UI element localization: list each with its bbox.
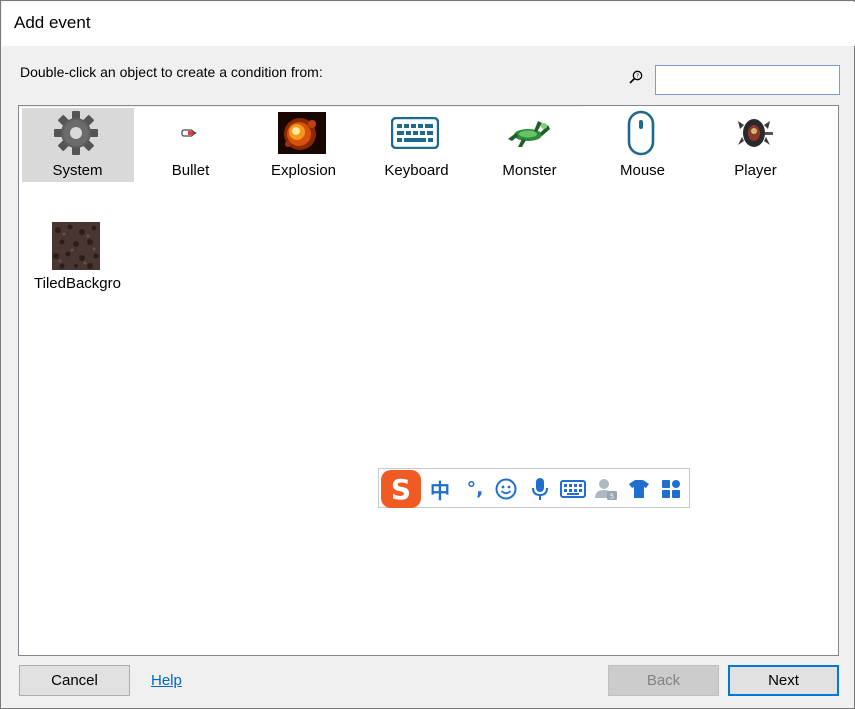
object-list: System Bullet Explosion Keyboard Monster…	[18, 105, 839, 656]
object-keyboard[interactable]: Keyboard	[358, 106, 471, 181]
keyboard-icon	[391, 112, 439, 154]
object-monster[interactable]: Monster	[471, 106, 584, 181]
object-label: Explosion	[270, 162, 337, 179]
object-explosion[interactable]: Explosion	[245, 106, 358, 181]
ime-toolbar[interactable]: S 中 °, 5	[378, 468, 690, 508]
object-label: Bullet	[171, 162, 210, 179]
object-label: System	[52, 162, 103, 179]
player-icon	[730, 112, 778, 154]
svg-text:?: ?	[636, 74, 639, 80]
help-link[interactable]: Help	[151, 672, 182, 689]
monster-icon	[504, 112, 552, 154]
back-button[interactable]: Back	[608, 665, 719, 696]
next-button[interactable]: Next	[728, 665, 839, 696]
search-icon: ?	[629, 70, 643, 84]
object-player[interactable]: Player	[697, 106, 810, 181]
mouse-icon	[617, 110, 665, 156]
skin-icon[interactable]	[627, 477, 651, 501]
ime-logo-icon[interactable]: S	[379, 469, 423, 509]
object-label: TiledBackgro	[34, 275, 121, 292]
title-bar: Add event	[2, 2, 855, 46]
svg-text:5: 5	[610, 493, 614, 501]
bullet-icon	[165, 112, 213, 154]
tiled-background-icon	[52, 222, 100, 270]
object-tiled-background[interactable]: TiledBackgro	[19, 219, 132, 294]
window-title: Add event	[14, 13, 91, 32]
search-input[interactable]	[655, 65, 840, 95]
object-mouse[interactable]: Mouse	[584, 106, 697, 181]
gear-icon	[52, 111, 100, 155]
chinese-mode-icon[interactable]: 中	[427, 477, 453, 503]
cancel-button[interactable]: Cancel	[19, 665, 130, 696]
microphone-icon[interactable]	[529, 477, 551, 501]
add-event-dialog: Add event Double-click an object to crea…	[0, 0, 855, 709]
instruction-text: Double-click an object to create a condi…	[20, 64, 323, 80]
object-system[interactable]: System	[19, 106, 134, 182]
user-icon[interactable]: 5	[593, 477, 619, 501]
punctuation-icon[interactable]: °,	[462, 477, 488, 501]
grid-menu-icon[interactable]	[659, 477, 683, 501]
emoji-icon[interactable]	[494, 477, 518, 501]
object-label: Keyboard	[384, 162, 449, 179]
object-label: Mouse	[619, 162, 666, 179]
object-label: Player	[734, 162, 777, 179]
object-label: Monster	[502, 162, 557, 179]
explosion-icon	[278, 112, 326, 154]
keyboard-icon[interactable]	[559, 477, 587, 501]
object-bullet[interactable]: Bullet	[132, 106, 245, 181]
svg-text:S: S	[391, 473, 411, 506]
